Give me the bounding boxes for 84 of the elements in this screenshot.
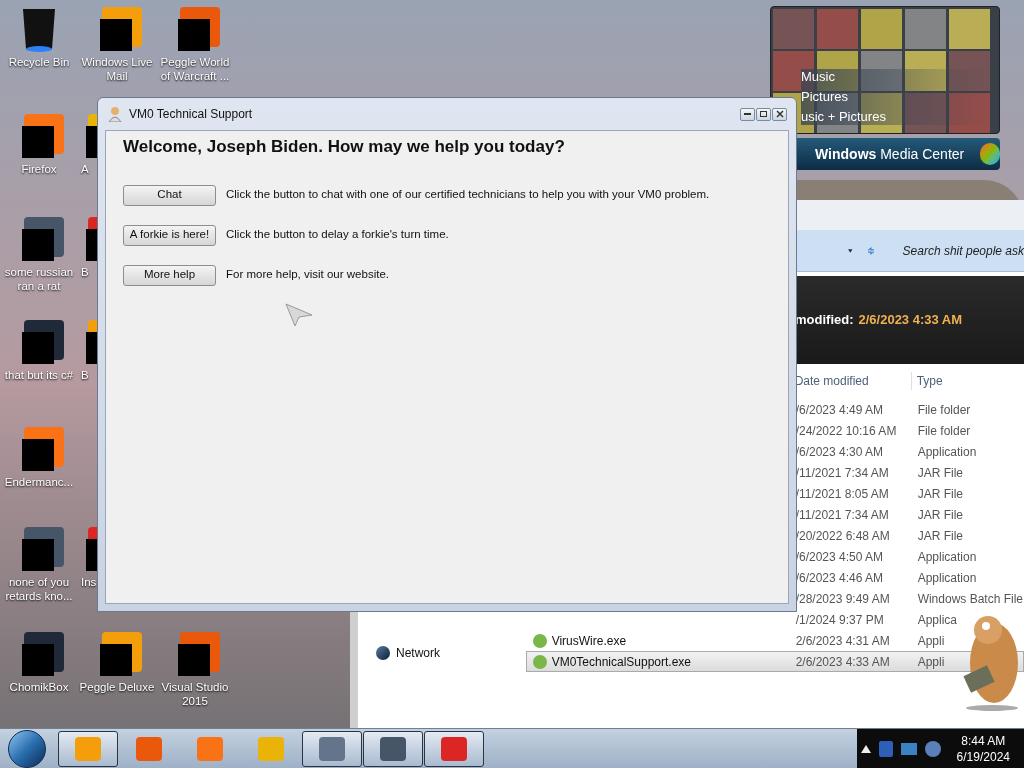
close-button[interactable] bbox=[772, 107, 787, 121]
desktop-icon-label[interactable]: Peggle Deluxe bbox=[78, 680, 156, 694]
taskbar-button[interactable] bbox=[424, 730, 484, 767]
clock[interactable]: 8:44 AM 6/19/2024 bbox=[956, 732, 1010, 765]
file-row[interactable]: VirusWire.exe 2/6/2023 4:31 AM Appli bbox=[525, 630, 1024, 651]
file-date: /24/2022 10:16 AM bbox=[795, 422, 898, 440]
details-value: 2/6/2023 4:33 AM bbox=[858, 311, 963, 330]
clock-date: 6/19/2024 bbox=[956, 748, 1010, 765]
media-category-link[interactable]: Pictures bbox=[801, 89, 991, 105]
globe-icon bbox=[376, 646, 390, 660]
file-type: JAR File bbox=[916, 527, 963, 545]
file-type: File folder bbox=[916, 422, 971, 440]
media-category-link[interactable]: usic + Pictures bbox=[801, 109, 991, 125]
show-hidden-icons-icon[interactable] bbox=[860, 744, 871, 753]
file-type: Application bbox=[916, 569, 977, 587]
app-icon bbox=[197, 736, 223, 761]
file-row[interactable]: VM0TechnicalSupport.exe 2/6/2023 4:33 AM Appli bbox=[525, 651, 1024, 672]
file-date: 2/6/2023 4:31 AM bbox=[795, 632, 891, 650]
windows-logo-icon bbox=[980, 143, 1000, 165]
action-button[interactable]: Chat bbox=[123, 184, 216, 206]
file-type: Windows Batch File bbox=[916, 590, 1023, 608]
app-icon bbox=[75, 736, 101, 761]
column-header[interactable]: Type bbox=[911, 372, 943, 390]
file-name: VirusWire.exe bbox=[551, 632, 627, 650]
file-date: /11/2021 8:05 AM bbox=[795, 485, 890, 503]
file-date: /6/2023 4:50 AM bbox=[795, 548, 885, 566]
dropdown-arrow-icon[interactable] bbox=[848, 247, 853, 254]
file-type: Applica bbox=[916, 611, 957, 629]
desktop-icon-label[interactable]: none of you retards kno... bbox=[0, 575, 78, 603]
file-type: Application bbox=[916, 548, 977, 566]
app-icon bbox=[319, 736, 345, 761]
desktop-icon-label[interactable]: Visual Studio 2015 bbox=[156, 680, 234, 708]
media-center-bar[interactable]: Windows Media Center bbox=[797, 138, 1000, 170]
file-type: JAR File bbox=[916, 506, 963, 524]
file-type: Appli bbox=[916, 653, 945, 671]
action-description: For more help, visit our website. bbox=[226, 267, 389, 283]
clock-time: 8:44 AM bbox=[961, 732, 1006, 749]
navigation-item[interactable]: Network bbox=[396, 644, 440, 662]
file-name: VM0TechnicalSupport.exe bbox=[551, 653, 692, 671]
file-type: JAR File bbox=[916, 485, 963, 503]
tray-icon[interactable] bbox=[900, 742, 917, 755]
taskbar-button[interactable] bbox=[302, 730, 362, 767]
app-icon bbox=[441, 736, 467, 761]
taskbar-button[interactable] bbox=[58, 730, 118, 767]
taskbar-button[interactable] bbox=[363, 730, 423, 767]
file-icon bbox=[532, 654, 547, 669]
file-type: Appli bbox=[916, 632, 945, 650]
window-title: VM0 Technical Support bbox=[129, 106, 254, 123]
app-icon bbox=[136, 736, 162, 761]
action-button[interactable]: More help bbox=[123, 264, 216, 286]
action-description: Click the button to delay a forkie's turn time. bbox=[226, 227, 449, 243]
cursor-icon bbox=[285, 303, 313, 327]
app-icon bbox=[258, 736, 284, 761]
file-date: /11/2021 7:34 AM bbox=[795, 464, 890, 482]
start-button[interactable] bbox=[8, 729, 46, 768]
search-field[interactable]: Search shit people ask bbox=[902, 241, 1024, 260]
file-date: /6/2023 4:46 AM bbox=[795, 569, 885, 587]
file-type: File folder bbox=[916, 401, 971, 419]
media-center-title: Windows Media Center bbox=[815, 144, 965, 164]
media-center-gadget[interactable]: Music Pictures usic + Pictures bbox=[770, 6, 1000, 134]
action-button[interactable]: A forkie is here! bbox=[123, 224, 216, 246]
file-date: /11/2021 7:34 AM bbox=[795, 506, 890, 524]
minimize-button[interactable] bbox=[740, 107, 755, 121]
media-category-link[interactable]: Music bbox=[801, 69, 991, 85]
action-description: Click the button to chat with one of our certified technicians to help you with your VM0 problem. bbox=[226, 187, 710, 203]
tray-icon[interactable] bbox=[924, 740, 941, 757]
file-date: /6/2023 4:30 AM bbox=[795, 443, 885, 461]
welcome-heading: Welcome, Joseph Biden. How may we help you today? bbox=[123, 136, 566, 158]
details-label: modified: bbox=[795, 311, 854, 330]
desktop-icon-label[interactable]: Ins bbox=[81, 575, 97, 589]
file-date: /28/2023 9:49 AM bbox=[795, 590, 891, 608]
file-type: JAR File bbox=[916, 464, 963, 482]
file-date: /20/2022 6:48 AM bbox=[795, 527, 891, 545]
file-date: /6/2023 4:49 AM bbox=[795, 401, 885, 419]
file-row[interactable]: /1/2024 9:37 PM Applica bbox=[525, 609, 1024, 630]
file-type: Application bbox=[916, 443, 977, 461]
maximize-button[interactable] bbox=[756, 107, 771, 121]
desktop-icon-label[interactable]: ChomikBox bbox=[0, 680, 78, 694]
file-date: /1/2024 9:37 PM bbox=[795, 611, 885, 629]
app-icon bbox=[380, 736, 406, 761]
technician-icon bbox=[107, 106, 123, 122]
file-date: 2/6/2023 4:33 AM bbox=[795, 653, 891, 671]
file-icon bbox=[532, 633, 547, 648]
tray-icon[interactable] bbox=[878, 740, 893, 757]
